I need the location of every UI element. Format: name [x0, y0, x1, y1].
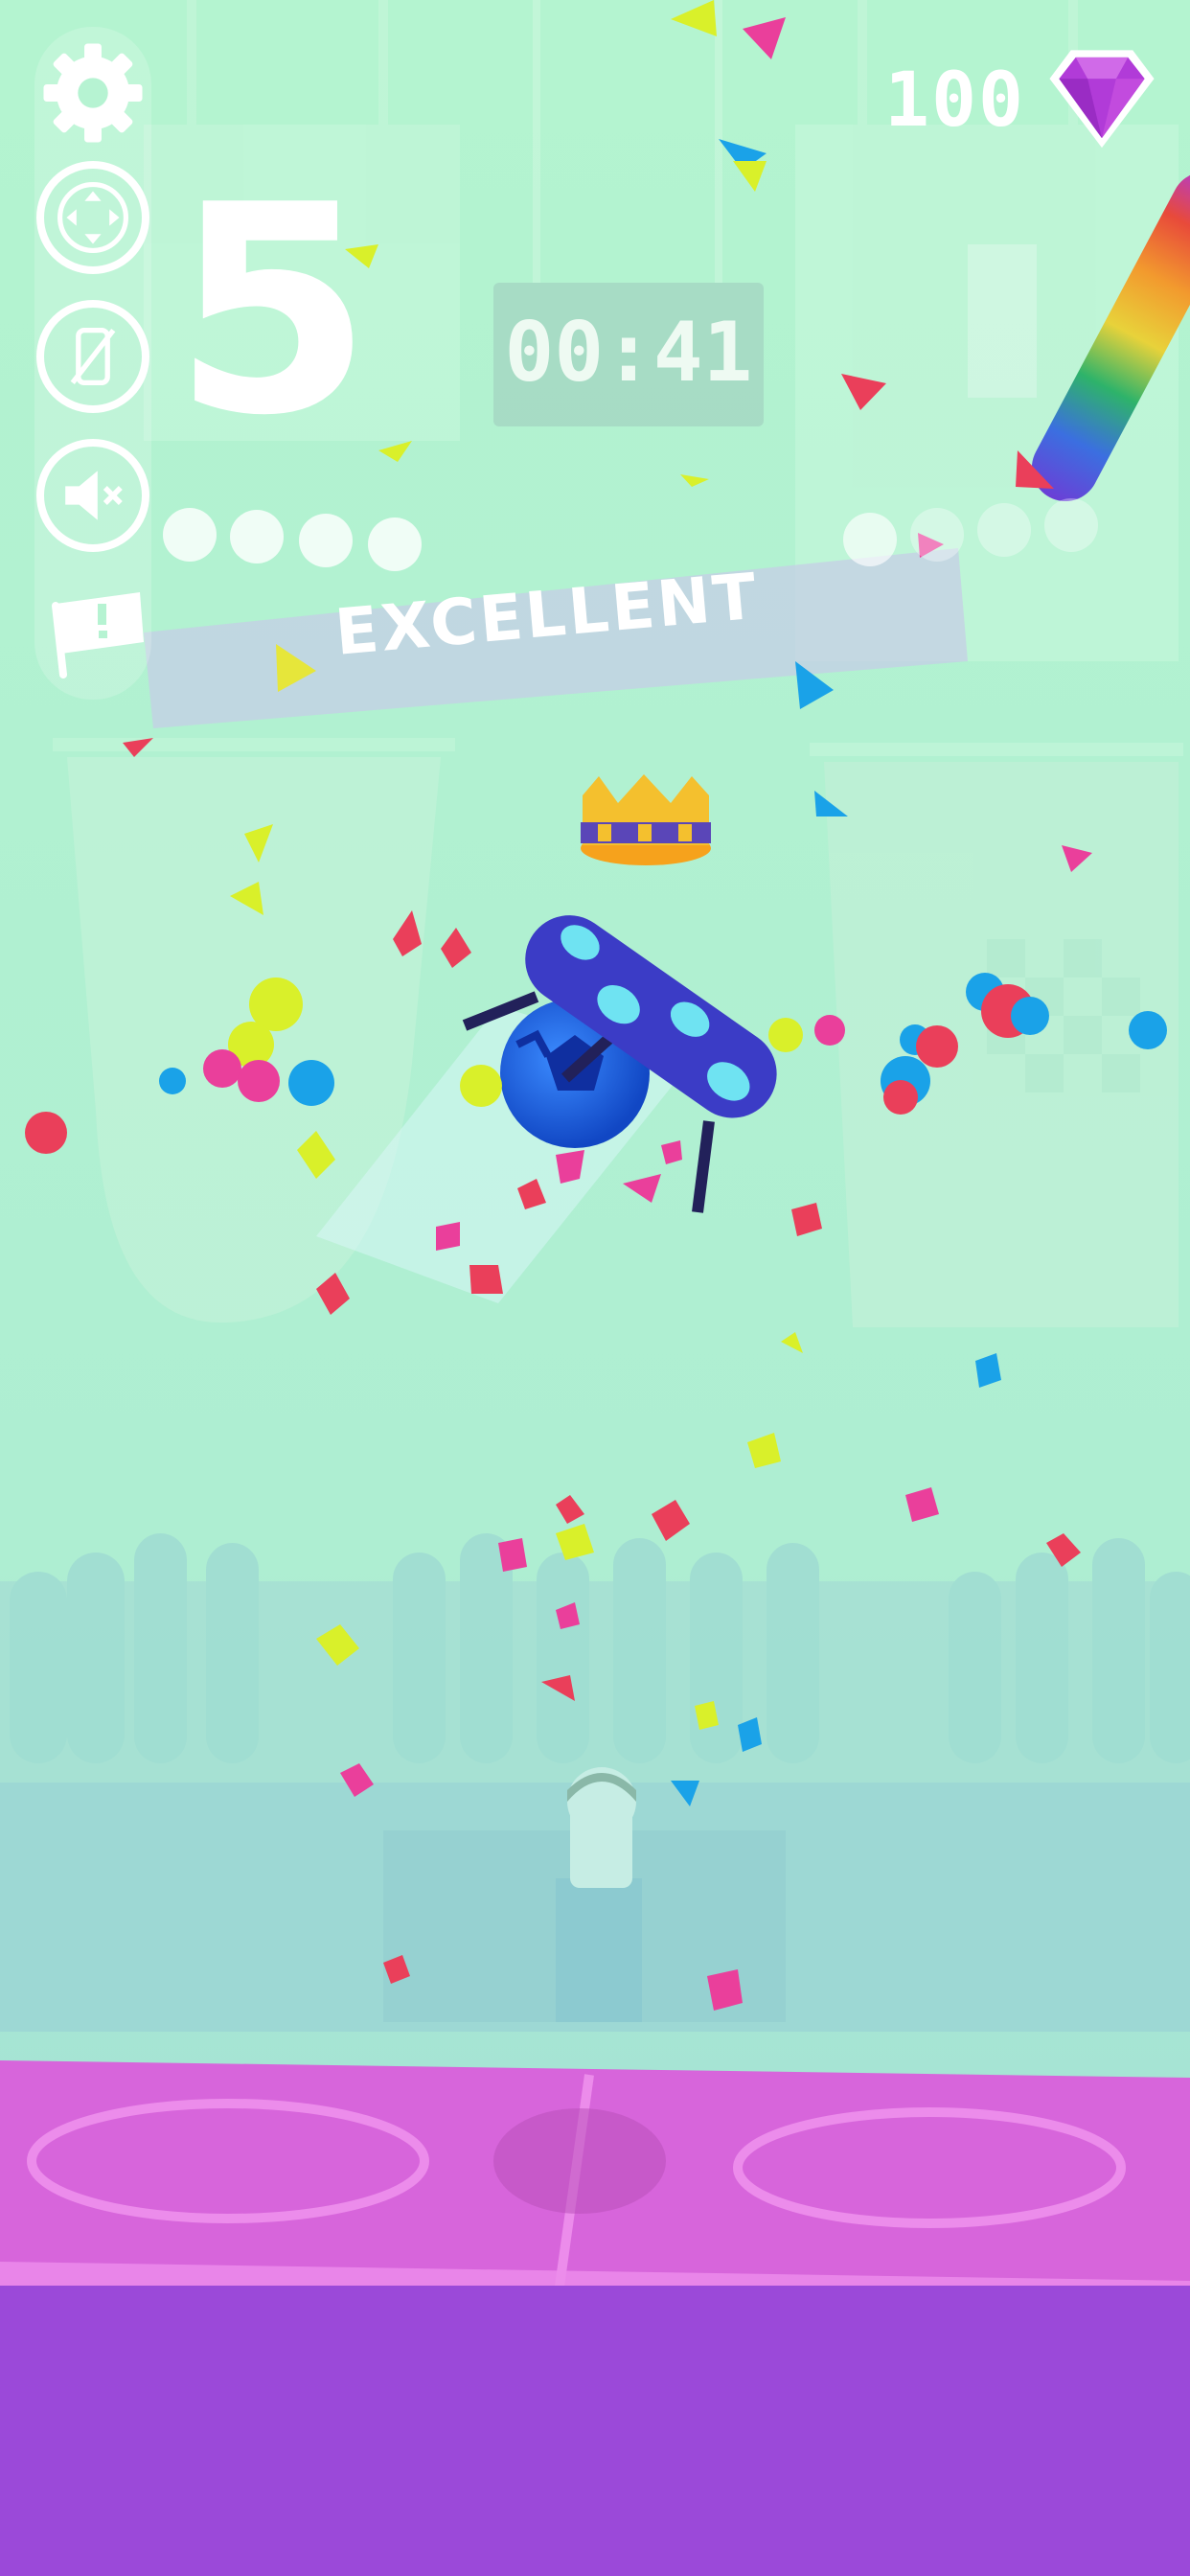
gem-icon [1042, 38, 1161, 157]
sound-muted-icon [55, 457, 131, 534]
level-score: 5 [172, 144, 373, 478]
report-button[interactable] [44, 586, 149, 678]
settings-button[interactable] [36, 36, 149, 150]
progress-dot [843, 513, 897, 566]
progress-dot [163, 508, 217, 562]
vibration-off-icon [57, 320, 129, 393]
flag-icon [44, 592, 149, 682]
progress-dot [1044, 498, 1098, 552]
progress-dot [977, 503, 1031, 557]
pitch [0, 2060, 1190, 2319]
progress-dot [299, 514, 353, 567]
progress-dot [910, 508, 964, 562]
joystick-icon [52, 176, 134, 259]
crown [581, 774, 711, 865]
vibration-button[interactable] [36, 300, 149, 413]
progress-dot [230, 510, 284, 564]
gear-icon [39, 39, 147, 147]
gem-count: 100 [884, 58, 1025, 144]
bottom-ground [0, 2286, 1190, 2576]
match-timer: 00:41 [504, 305, 753, 401]
progress-dot [368, 518, 422, 571]
player-character [556, 1767, 642, 2022]
sound-button[interactable] [36, 439, 149, 552]
controls-button[interactable] [36, 161, 149, 274]
